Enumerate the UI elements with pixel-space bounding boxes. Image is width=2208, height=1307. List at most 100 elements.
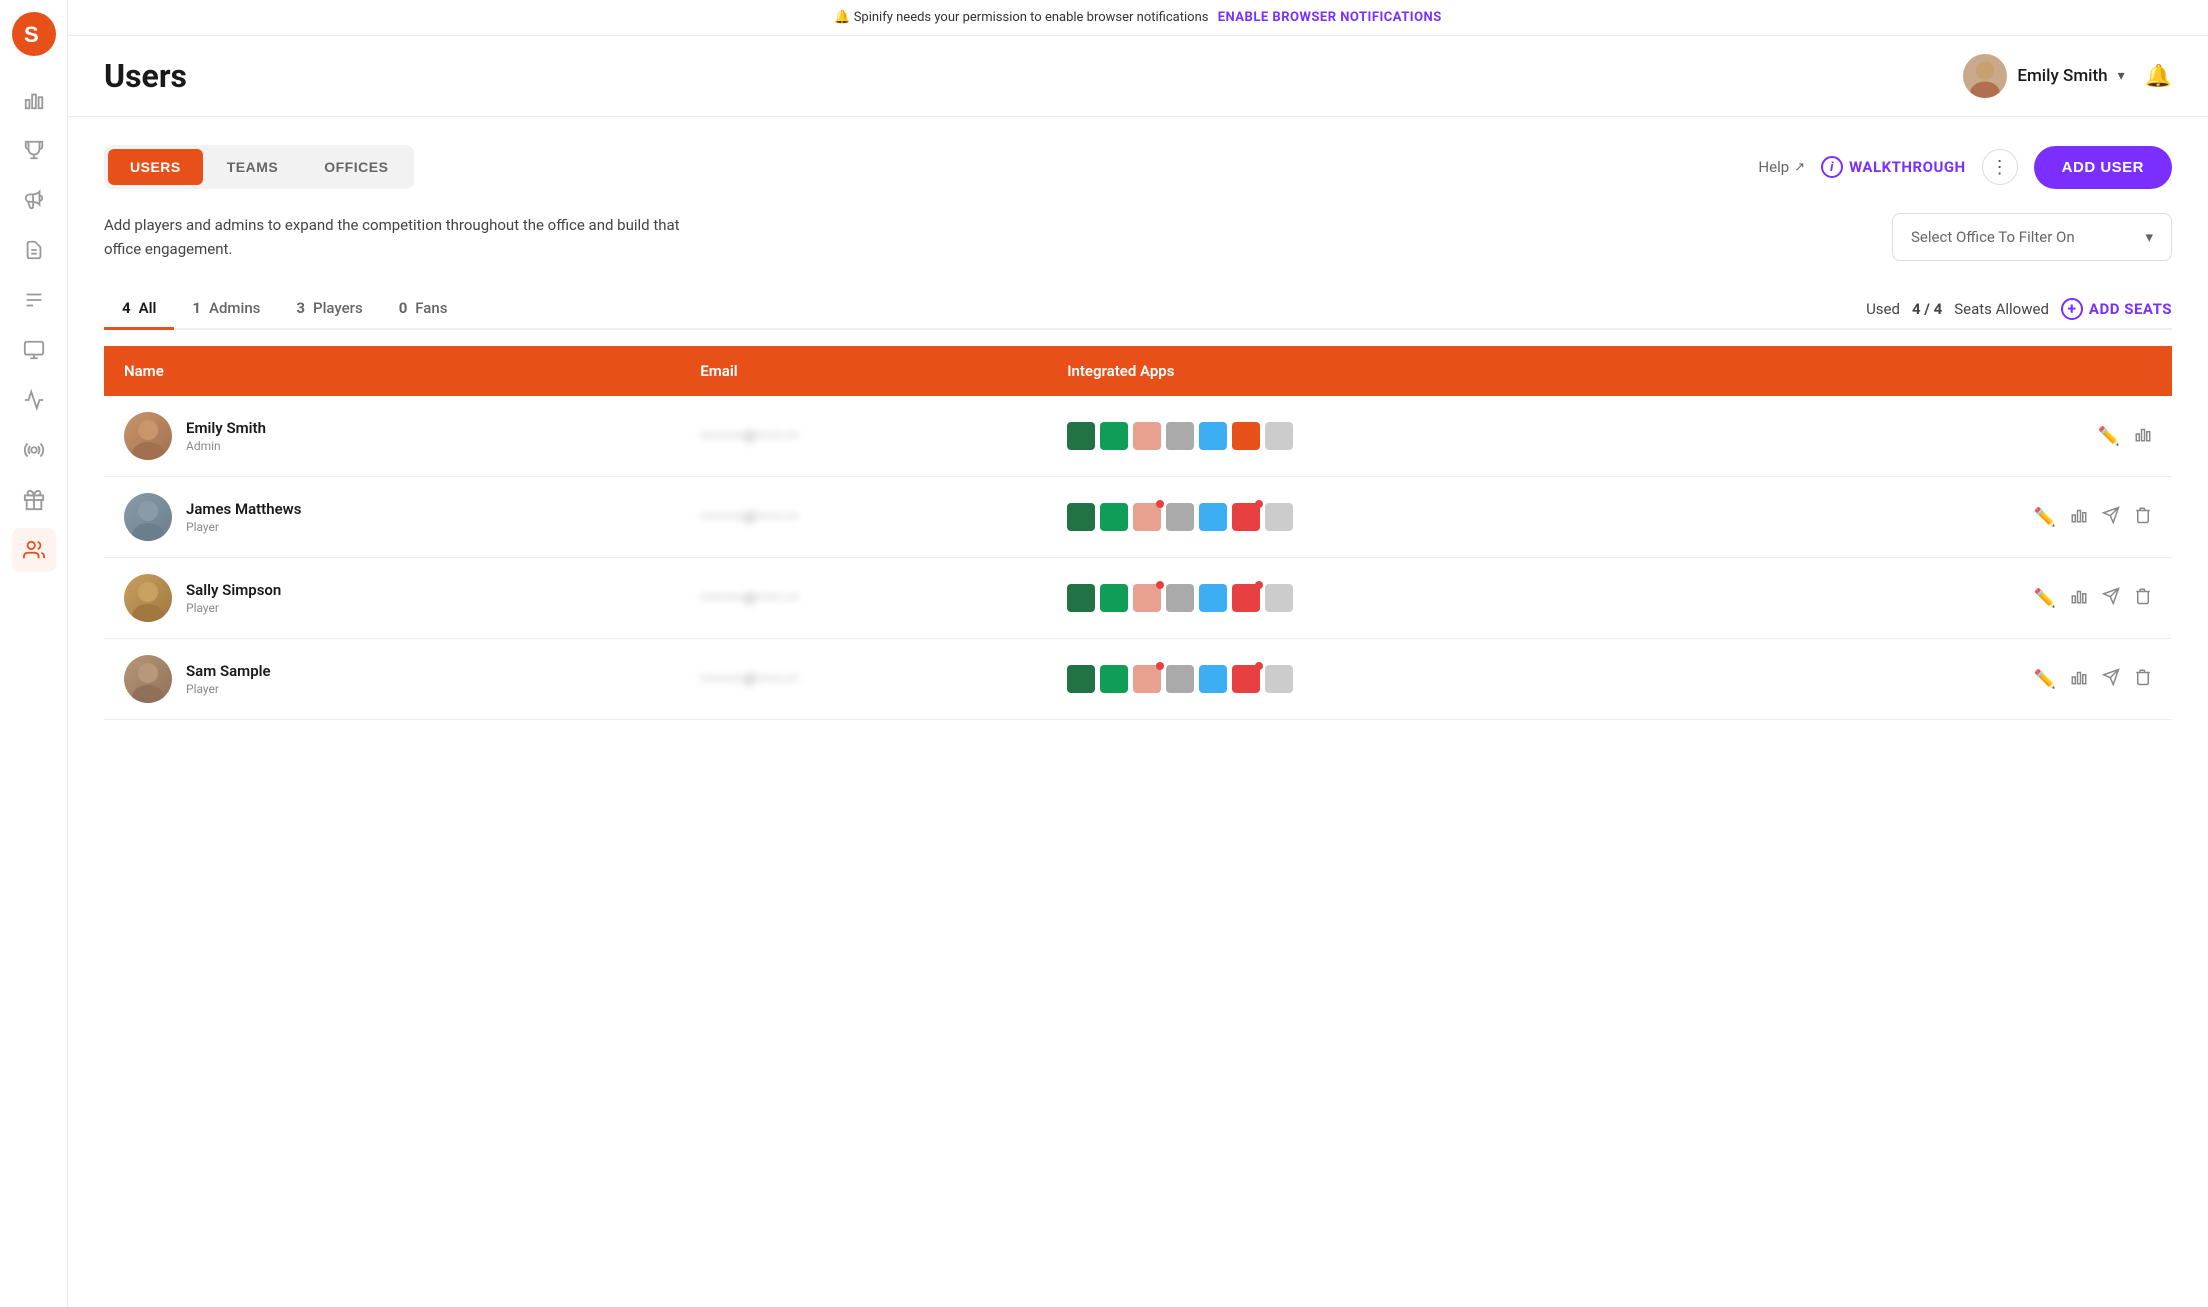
sidebar-item-trophy[interactable] xyxy=(12,128,56,172)
user-menu[interactable]: Emily Smith ▾ xyxy=(1963,54,2124,98)
players-label: Players xyxy=(313,299,363,317)
user-email: ••••••••••@••••••.••• xyxy=(700,510,798,525)
logo[interactable]: S xyxy=(12,12,56,56)
edit-icon[interactable]: ✏️ xyxy=(2098,426,2120,447)
user-avatar xyxy=(124,655,172,703)
user-avatar xyxy=(124,574,172,622)
stats-icon[interactable] xyxy=(2070,506,2088,529)
delete-icon[interactable] xyxy=(2134,506,2152,529)
seats-info: Used 4 / 4 Seats Allowed + ADD SEATS xyxy=(1866,298,2172,320)
user-email: ••••••••••@••••••.••• xyxy=(700,672,798,687)
enable-notifications-link[interactable]: ENABLE BROWSER NOTIFICATIONS xyxy=(1218,10,1442,25)
user-name-cell: Emily Smith Admin xyxy=(104,396,680,477)
app-icons xyxy=(1067,665,1732,693)
table-header-row: Name Email Integrated Apps xyxy=(104,346,2172,396)
used-label: Used xyxy=(1866,300,1900,318)
add-seats-button[interactable]: + ADD SEATS xyxy=(2061,298,2172,320)
external-link-icon: ↗ xyxy=(1794,160,1805,175)
admins-count: 1 xyxy=(192,299,201,317)
sidebar-item-line-chart[interactable] xyxy=(12,378,56,422)
user-email-cell: ••••••••••@••••••.••• xyxy=(680,396,1047,477)
app-icon xyxy=(1265,422,1293,450)
send-icon[interactable] xyxy=(2102,668,2120,691)
filter-tab-players[interactable]: 3 Players xyxy=(278,289,380,330)
more-options-button[interactable]: ⋮ xyxy=(1982,149,2018,185)
tab-teams[interactable]: TEAMS xyxy=(205,149,301,185)
app-badge xyxy=(1156,662,1164,670)
chevron-down-icon: ▾ xyxy=(2118,68,2125,84)
app-icon xyxy=(1067,503,1095,531)
filter-tab-fans[interactable]: 0 Fans xyxy=(381,289,466,330)
sidebar-item-users[interactable] xyxy=(12,528,56,572)
col-name: Name xyxy=(104,346,680,396)
app-icon xyxy=(1100,422,1128,450)
user-apps-cell xyxy=(1047,639,1752,720)
app-icon xyxy=(1199,665,1227,693)
app-icons xyxy=(1067,584,1732,612)
sidebar-item-broadcast[interactable] xyxy=(12,428,56,472)
app-icon xyxy=(1067,665,1095,693)
table-row: James Matthews Player ••••••••••@••••••.… xyxy=(104,477,2172,558)
row-actions: ✏️ xyxy=(1772,506,2152,529)
app-badge xyxy=(1156,500,1164,508)
user-avatar xyxy=(124,412,172,460)
tab-users[interactable]: USERS xyxy=(108,149,203,185)
app-icon xyxy=(1232,422,1260,450)
sidebar-item-list[interactable] xyxy=(12,278,56,322)
app-icon xyxy=(1166,584,1194,612)
send-icon[interactable] xyxy=(2102,587,2120,610)
edit-icon[interactable]: ✏️ xyxy=(2034,588,2056,609)
app-icon xyxy=(1265,584,1293,612)
add-user-button[interactable]: ADD USER xyxy=(2034,146,2172,189)
tab-actions: Help ↗ i WALKTHROUGH ⋮ ADD USER xyxy=(1758,146,2172,189)
app-icon xyxy=(1100,584,1128,612)
tab-bar: USERS TEAMS OFFICES Help ↗ i WALKTHROUGH… xyxy=(104,145,2172,189)
row-actions: ✏️ xyxy=(1772,668,2152,691)
stats-icon[interactable] xyxy=(2070,587,2088,610)
tab-offices[interactable]: OFFICES xyxy=(302,149,410,185)
table-row: Emily Smith Admin ••••••••••@••••••.••• … xyxy=(104,396,2172,477)
notification-bell-icon[interactable]: 🔔 xyxy=(2145,64,2172,89)
sidebar-item-gift[interactable] xyxy=(12,478,56,522)
help-link[interactable]: Help ↗ xyxy=(1758,158,1805,176)
all-label: All xyxy=(139,299,157,317)
user-apps-cell xyxy=(1047,558,1752,639)
user-email-cell: ••••••••••@••••••.••• xyxy=(680,558,1047,639)
delete-icon[interactable] xyxy=(2134,587,2152,610)
user-email-cell: ••••••••••@••••••.••• xyxy=(680,639,1047,720)
notification-bar: 🔔 Spinify needs your permission to enabl… xyxy=(68,0,2208,36)
user-avatar xyxy=(124,493,172,541)
notification-bell-icon: 🔔 xyxy=(834,10,850,25)
description-text: Add players and admins to expand the com… xyxy=(104,213,684,261)
main-area: 🔔 Spinify needs your permission to enabl… xyxy=(68,0,2208,1307)
send-icon[interactable] xyxy=(2102,506,2120,529)
app-icon xyxy=(1265,503,1293,531)
app-icon xyxy=(1067,584,1095,612)
fans-count: 0 xyxy=(399,299,408,317)
sidebar-item-megaphone[interactable] xyxy=(12,178,56,222)
col-email: Email xyxy=(680,346,1047,396)
edit-icon[interactable]: ✏️ xyxy=(2034,669,2056,690)
app-icon xyxy=(1133,503,1161,531)
walkthrough-button[interactable]: i WALKTHROUGH xyxy=(1821,156,1966,178)
app-icon xyxy=(1199,422,1227,450)
table-row: Sam Sample Player ••••••••••@••••••.••• … xyxy=(104,639,2172,720)
office-filter-dropdown[interactable]: Select Office To Filter On ▾ xyxy=(1892,213,2172,261)
filter-tab-admins[interactable]: 1 Admins xyxy=(174,289,278,330)
sidebar-item-reports[interactable] xyxy=(12,228,56,272)
app-icon xyxy=(1166,503,1194,531)
app-badge xyxy=(1255,581,1263,589)
add-seats-label: ADD SEATS xyxy=(2089,300,2172,318)
filter-tab-all[interactable]: 4 All xyxy=(104,289,174,330)
edit-icon[interactable]: ✏️ xyxy=(2034,507,2056,528)
stats-icon[interactable] xyxy=(2070,668,2088,691)
user-actions-cell: ✏️ xyxy=(1752,558,2172,639)
stats-icon[interactable] xyxy=(2134,425,2152,448)
sidebar-item-analytics[interactable] xyxy=(12,78,56,122)
sidebar-item-monitor[interactable] xyxy=(12,328,56,372)
app-icon xyxy=(1067,422,1095,450)
plus-circle-icon: + xyxy=(2061,298,2083,320)
app-badge xyxy=(1255,500,1263,508)
app-icon xyxy=(1166,665,1194,693)
delete-icon[interactable] xyxy=(2134,668,2152,691)
